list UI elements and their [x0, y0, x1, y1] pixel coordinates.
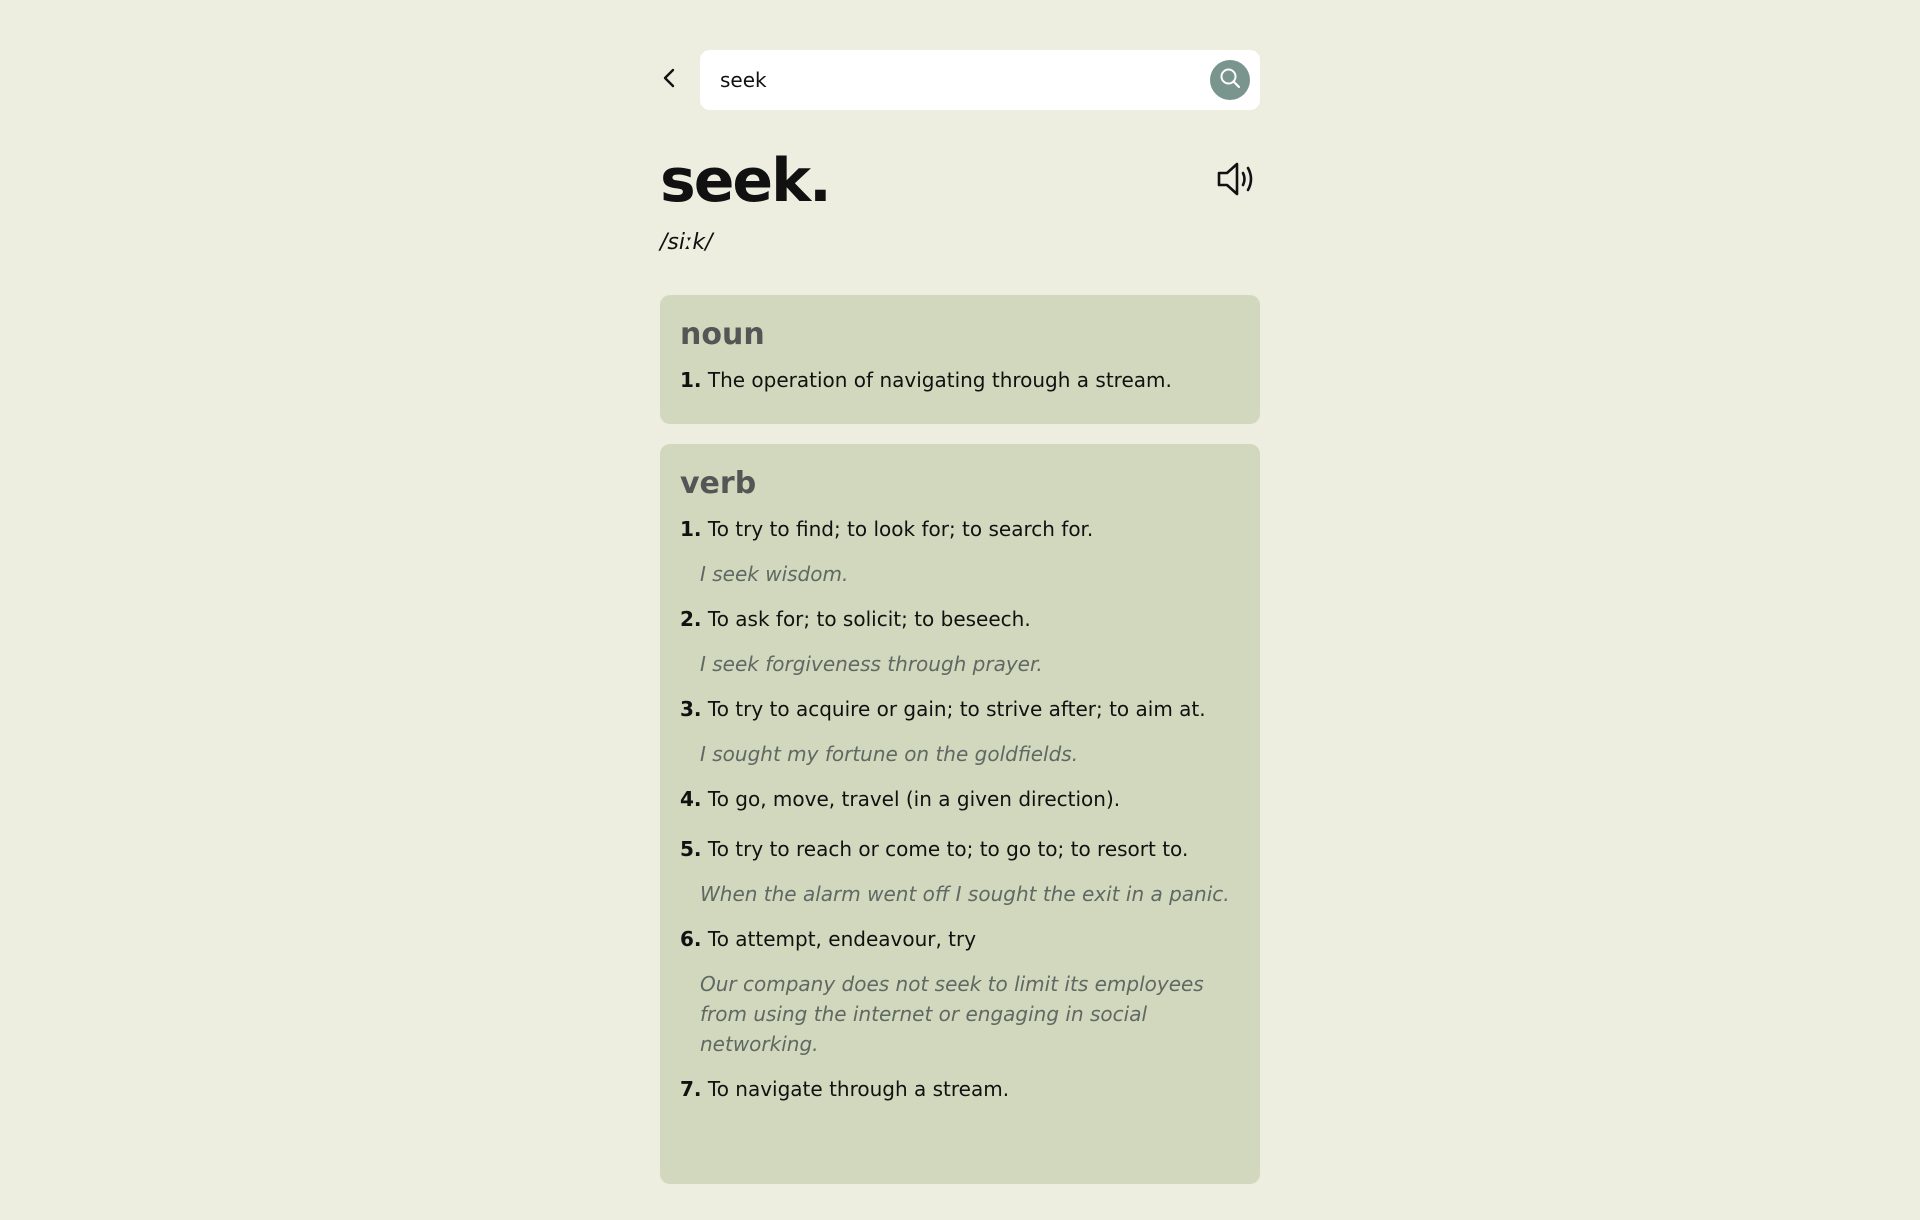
word-header: seek.	[660, 146, 1260, 216]
definition: 7. To navigate through a stream.	[680, 1075, 1240, 1103]
part-of-speech-label: noun	[680, 317, 765, 352]
example-sentence: I seek wisdom.	[700, 562, 849, 586]
search-input[interactable]	[720, 68, 1210, 92]
noun-card: noun 1. The operation of navigating thro…	[660, 295, 1260, 424]
example-sentence: I sought my fortune on the goldfields.	[700, 742, 1079, 766]
search-row	[660, 50, 1260, 110]
definition-text: To navigate through a stream.	[701, 1077, 1010, 1101]
part-of-speech-label: verb	[680, 466, 757, 501]
definition: 1. To try to find; to look for; to searc…	[680, 515, 1240, 543]
definition-number: 6.	[680, 927, 702, 951]
definition-text: To try to find; to look for; to search f…	[701, 517, 1094, 541]
example-sentence: When the alarm went off I sought the exi…	[700, 882, 1230, 906]
definition-number: 1.	[680, 368, 702, 392]
definition-number: 1.	[680, 517, 702, 541]
definition-number: 5.	[680, 837, 702, 861]
definition: 6. To attempt, endeavour, try	[680, 925, 1240, 953]
definition-number: 4.	[680, 787, 702, 811]
search-icon	[1219, 67, 1241, 93]
back-button[interactable]	[660, 50, 700, 110]
definition: 2. To ask for; to solicit; to beseech.	[680, 605, 1240, 633]
dictionary-app: seek. /siːk/ noun 1. The operation of na…	[660, 50, 1260, 1184]
verb-card: verb 1. To try to find; to look for; to …	[660, 444, 1260, 1184]
definition-text: The operation of navigating through a st…	[701, 368, 1172, 392]
example-sentence: Our company does not seek to limit its e…	[700, 972, 1204, 1056]
definition: 3. To try to acquire or gain; to strive …	[680, 695, 1240, 723]
pronunciation-button[interactable]	[1216, 159, 1260, 203]
word-title: seek.	[660, 146, 832, 216]
definition-text: To attempt, endeavour, try	[701, 927, 977, 951]
definition-text: To try to reach or come to; to go to; to…	[701, 837, 1189, 861]
chevron-left-icon	[660, 67, 678, 93]
example-sentence: I seek forgiveness through prayer.	[700, 652, 1043, 676]
definition-number: 7.	[680, 1077, 702, 1101]
definition-text: To ask for; to solicit; to beseech.	[701, 607, 1031, 631]
speaker-icon	[1216, 159, 1260, 203]
definition: 4. To go, move, travel (in a given direc…	[680, 785, 1240, 813]
definition-text: To go, move, travel (in a given directio…	[701, 787, 1121, 811]
definition-text: To try to acquire or gain; to strive aft…	[701, 697, 1206, 721]
search-box	[700, 50, 1260, 110]
definition-number: 3.	[680, 697, 702, 721]
definition-number: 2.	[680, 607, 702, 631]
phonetic-transcription: /siːk/	[660, 230, 713, 255]
search-button[interactable]	[1210, 60, 1250, 100]
definition: 5. To try to reach or come to; to go to;…	[680, 835, 1240, 863]
definition: 1. The operation of navigating through a…	[680, 366, 1240, 394]
